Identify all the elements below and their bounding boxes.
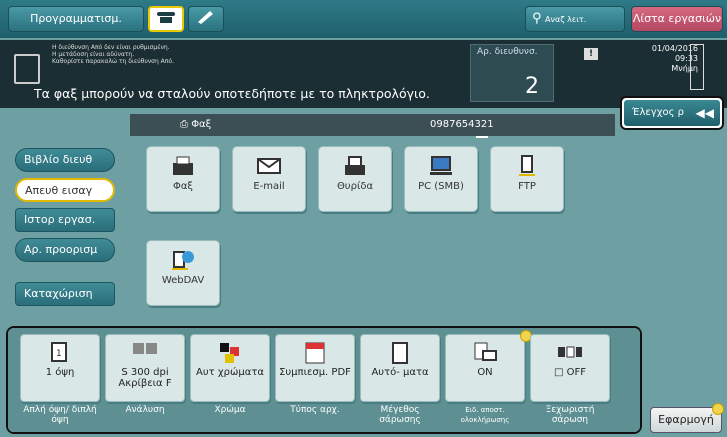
warning-line: Η διεύθυνση Από δεν είναι ρυθμισμένη. — [52, 44, 170, 51]
phone-icon — [157, 12, 175, 23]
fax-label-text: Φαξ — [191, 119, 212, 130]
setting-value: Συμπιεσμ. PDF — [279, 367, 351, 378]
tile-fax[interactable]: Φαξ — [146, 146, 220, 212]
search-label: Αναζ λειτ. — [545, 15, 587, 24]
apply-button[interactable]: Εφαρμογή — [650, 407, 722, 433]
sidebar-address-book[interactable]: Βιβλίο διευθ — [15, 148, 115, 172]
setting-color[interactable]: Αυτ χρώματα — [190, 334, 270, 402]
main-message: Τα φαξ μπορούν να σταλούν οποτεδήποτε με… — [34, 86, 430, 101]
info-icon[interactable]: ! — [584, 48, 598, 60]
one-sided-icon: 1 — [51, 342, 67, 362]
warning-line: Καθορίστε παρακαλώ τη διεύθυνση Από. — [52, 58, 174, 65]
resolution-icon — [133, 343, 157, 354]
apply-notification-dot-icon — [712, 403, 724, 415]
setting-value: Αυτ χρώματα — [196, 367, 264, 378]
setting-separate-scan[interactable]: □ OFF — [530, 334, 610, 402]
setting-value: ON — [477, 367, 493, 378]
search-function-button[interactable]: ⚲ Αναζ λειτ. — [525, 6, 625, 32]
tile-label: FTP — [518, 181, 536, 192]
tile-email[interactable]: E-mail — [232, 146, 306, 212]
tile-label: Θυρίδα — [336, 181, 374, 192]
tile-label: WebDAV — [161, 275, 205, 286]
setting-caption: Τύπος αρχ. — [290, 405, 340, 415]
box-icon — [345, 156, 365, 175]
destination-row[interactable]: ⎙ Φαξ 0987654321 — [130, 114, 615, 136]
warning-messages: Η διεύθυνση Από δεν είναι ρυθμισμένη. Η … — [52, 44, 174, 65]
setting-caption: Ειδ. αποστ. ολοκλήρωσης — [460, 406, 510, 424]
setting-caption: Ανάλυση — [125, 405, 165, 415]
tile-pc-smb[interactable]: PC (SMB) — [404, 146, 478, 212]
message-area: Η διεύθυνση Από δεν είναι ρυθμισμένη. Η … — [0, 40, 727, 138]
webdav-icon — [172, 251, 194, 270]
setting-value: Αυτό- ματα — [371, 367, 429, 378]
setting-value: OFF — [566, 367, 586, 378]
notice-envelope-icon — [474, 342, 497, 361]
check-settings-label: Έλεγχος ρ — [632, 107, 684, 118]
envelope-icon — [257, 158, 281, 174]
time: 09:33 — [674, 54, 698, 63]
svg-text:1: 1 — [56, 349, 62, 359]
tile-label: E-mail — [253, 181, 285, 192]
setting-file-type[interactable]: Συμπιεσμ. PDF — [275, 334, 355, 402]
destination-count-label: Αρ. διευθυνσ. — [477, 47, 538, 57]
setting-completion-notice[interactable]: ON — [445, 334, 525, 402]
date-time: 01/04/2016 09:33 Μνήμη — [636, 44, 698, 74]
setting-value: 1 όψη — [45, 367, 75, 378]
fax-number: 0987654321 — [430, 119, 494, 130]
tile-webdav[interactable]: WebDAV — [146, 240, 220, 306]
setting-caption: Μέγεθος σάρωσης — [379, 405, 421, 425]
date: 01/04/2016 — [651, 44, 698, 53]
memory-label: Μνήμη — [671, 64, 698, 73]
fax-machine-icon — [173, 156, 193, 175]
color-mode-icon — [220, 343, 239, 363]
setting-simplex-duplex[interactable]: 1 1 όψη — [20, 334, 100, 402]
separate-scan-icon — [558, 346, 582, 358]
sidebar-job-history[interactable]: Ιστορ εργασ. — [15, 208, 115, 232]
tile-ftp[interactable]: FTP — [490, 146, 564, 212]
setting-caption: Απλή όψη/ διπλή όψη — [23, 405, 97, 425]
tile-label: Φαξ — [172, 181, 194, 192]
setting-scan-size[interactable]: Αυτό- ματα — [360, 334, 440, 402]
computer-icon — [430, 156, 452, 175]
setting-resolution[interactable]: S 300 dpi Ακρίβεια F — [105, 334, 185, 402]
sidebar-destination-number[interactable]: Αρ. προορισμ — [15, 238, 115, 262]
checkbox-icon: □ — [553, 367, 564, 378]
tile-label: PC (SMB) — [418, 181, 464, 192]
sidebar-register[interactable]: Καταχώριση — [15, 282, 115, 306]
pen-button[interactable] — [188, 6, 224, 32]
document-icon — [14, 54, 40, 84]
collapse-arrow-icon: ◀◀ — [695, 106, 714, 120]
server-icon — [519, 155, 535, 176]
pdf-file-icon — [305, 342, 325, 364]
top-bar: Προγραμματισμ. ⚲ Αναζ λειτ. Λίστα εργασι… — [0, 0, 727, 38]
memory-gauge — [690, 44, 704, 90]
destination-count-box: Αρ. διευθυνσ. 2 — [470, 44, 554, 102]
fax-row-label: ⎙ Φαξ — [180, 119, 211, 130]
job-list-button[interactable]: Λίστα εργασιών — [631, 6, 723, 32]
program-button[interactable]: Προγραμματισμ. — [8, 6, 144, 32]
fax-icon: ⎙ — [180, 119, 188, 130]
separate-scan-value: □ OFF — [531, 367, 609, 378]
setting-caption: Ξεχωριστή σάρωση — [545, 405, 595, 425]
pen-icon — [198, 11, 213, 24]
destination-count: 2 — [525, 74, 539, 99]
sidebar-direct-input[interactable]: Απευθ εισαγ — [15, 178, 115, 202]
page-size-icon — [392, 342, 408, 364]
setting-value: S 300 dpi Ακρίβεια F — [118, 367, 172, 389]
warning-line: Η μετάδοση είναι αδύνατη. — [52, 51, 135, 58]
tile-box[interactable]: Θυρίδα — [318, 146, 392, 212]
check-settings-button[interactable]: Έλεγχος ρ ◀◀ — [620, 96, 724, 130]
phone-button[interactable] — [148, 6, 184, 32]
setting-caption: Χρώμα — [214, 405, 246, 415]
search-icon: ⚲ — [532, 11, 542, 26]
